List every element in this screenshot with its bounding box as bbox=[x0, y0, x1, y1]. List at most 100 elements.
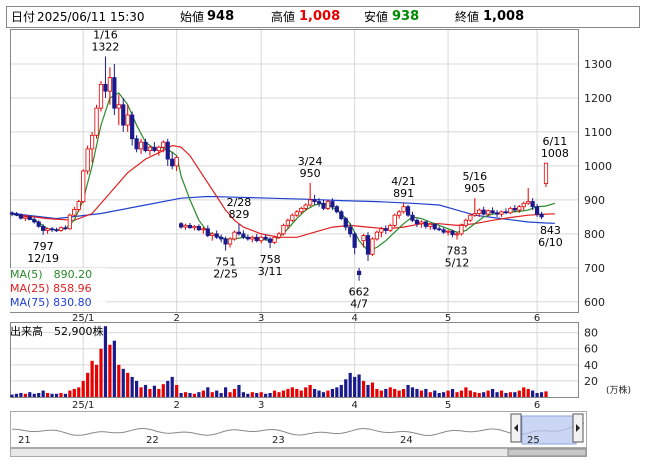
candle-body bbox=[294, 211, 299, 216]
price-tick-label: 1100 bbox=[584, 126, 612, 139]
date-tick-label: 2 bbox=[173, 313, 179, 324]
volume-bar bbox=[513, 392, 517, 397]
volume-bar bbox=[37, 392, 41, 397]
candle-body bbox=[405, 206, 411, 216]
volume-bar bbox=[272, 390, 277, 397]
candle-body bbox=[161, 141, 166, 148]
volume-bar bbox=[232, 388, 237, 397]
volume-bar bbox=[375, 388, 379, 397]
volume-bar bbox=[54, 393, 59, 397]
candle-body bbox=[183, 224, 188, 228]
candle-body bbox=[187, 224, 193, 229]
volume-bar bbox=[491, 388, 495, 397]
candle-body bbox=[330, 201, 335, 208]
volume-bar bbox=[281, 390, 286, 397]
candle-body bbox=[365, 235, 371, 255]
candle-body bbox=[219, 236, 224, 240]
volume-bar bbox=[388, 387, 392, 397]
volume-bar bbox=[539, 392, 544, 397]
volume-bar bbox=[157, 388, 161, 397]
candle-body bbox=[472, 213, 477, 216]
candle-body bbox=[76, 201, 81, 210]
candle-body bbox=[14, 213, 19, 216]
candle-body bbox=[312, 199, 317, 202]
date-tick-label: 2 bbox=[173, 400, 179, 411]
volume-bar bbox=[264, 393, 268, 397]
volume-bar bbox=[72, 388, 76, 397]
volume-bar bbox=[197, 392, 201, 397]
navigator-left-handle[interactable] bbox=[510, 413, 522, 443]
annotation-label: 4/7 bbox=[350, 298, 368, 311]
volume-bar bbox=[126, 372, 130, 397]
candle-body bbox=[178, 223, 184, 228]
date-tick-label: 5 bbox=[445, 313, 451, 324]
candle-body bbox=[147, 146, 153, 152]
candle-body bbox=[223, 238, 228, 245]
vol-tick-label: 20 bbox=[584, 375, 598, 388]
annotation-label: 6/10 bbox=[538, 236, 563, 249]
volume-bar bbox=[317, 390, 321, 397]
candle-body bbox=[116, 104, 121, 109]
volume-bar bbox=[424, 388, 428, 397]
date-tick-label: 3 bbox=[258, 313, 264, 324]
candle-body bbox=[143, 141, 148, 152]
candle-body bbox=[232, 231, 237, 240]
volume-bar bbox=[206, 387, 210, 397]
navigator-right-handle[interactable] bbox=[572, 413, 584, 443]
candle-body bbox=[428, 223, 433, 227]
candle-body bbox=[192, 225, 197, 229]
candle-body bbox=[299, 207, 304, 213]
candle-body bbox=[530, 201, 535, 208]
volume-bar bbox=[210, 392, 214, 397]
price-axis: 600 700 800 900 1000 1100 1200 1300 bbox=[584, 58, 612, 309]
volume-bar bbox=[86, 372, 90, 397]
volume-bar bbox=[370, 382, 375, 397]
candle-body bbox=[419, 221, 424, 225]
candle-body bbox=[90, 134, 95, 150]
volume-bar bbox=[32, 393, 36, 397]
date-tick-label: 6 bbox=[534, 313, 540, 324]
candle-body bbox=[152, 146, 157, 152]
volume-bar bbox=[215, 390, 219, 397]
candle-body bbox=[196, 225, 201, 231]
candle-body bbox=[459, 224, 464, 235]
volume-bar bbox=[544, 391, 548, 397]
navigator-year-label: 22 bbox=[146, 435, 159, 446]
annotation-label: 891 bbox=[393, 187, 414, 200]
candle-body bbox=[490, 210, 495, 214]
candle-body bbox=[67, 214, 72, 230]
volume-bar bbox=[330, 388, 334, 397]
annotation-label: 829 bbox=[228, 208, 249, 221]
candle-body bbox=[121, 104, 126, 126]
candle-body bbox=[517, 206, 522, 211]
volume-bar bbox=[344, 379, 348, 397]
volume-bar bbox=[468, 390, 472, 397]
date-tick-label: 4 bbox=[351, 400, 357, 411]
volume-bar bbox=[459, 390, 464, 397]
volume-bar bbox=[161, 384, 165, 397]
volume-bar bbox=[446, 390, 450, 397]
volume-bar bbox=[166, 380, 170, 397]
candle-body bbox=[107, 77, 112, 92]
candle-body bbox=[441, 229, 446, 233]
navigator-scrollbar[interactable] bbox=[10, 448, 587, 457]
candle-body bbox=[259, 236, 264, 242]
candle-body bbox=[27, 216, 32, 220]
candle-body bbox=[477, 209, 482, 214]
volume-bar bbox=[121, 368, 125, 397]
annotation-label: 1322 bbox=[91, 41, 119, 54]
candle-body bbox=[103, 83, 108, 92]
annotation-label: 3/11 bbox=[258, 265, 283, 278]
volume-bar bbox=[237, 384, 241, 397]
date-tick-label: 25/1 bbox=[72, 400, 94, 411]
volume-bar bbox=[397, 390, 401, 397]
volume-bar bbox=[384, 388, 388, 397]
volume-bar bbox=[299, 390, 303, 397]
volume-bar bbox=[522, 387, 526, 397]
volume-bar bbox=[90, 360, 94, 397]
candle-body bbox=[352, 233, 357, 248]
navigator-scroll-thumb[interactable] bbox=[507, 448, 587, 457]
candle-body bbox=[397, 211, 402, 216]
candle-body bbox=[63, 227, 68, 230]
annotation-label: 950 bbox=[300, 167, 321, 180]
